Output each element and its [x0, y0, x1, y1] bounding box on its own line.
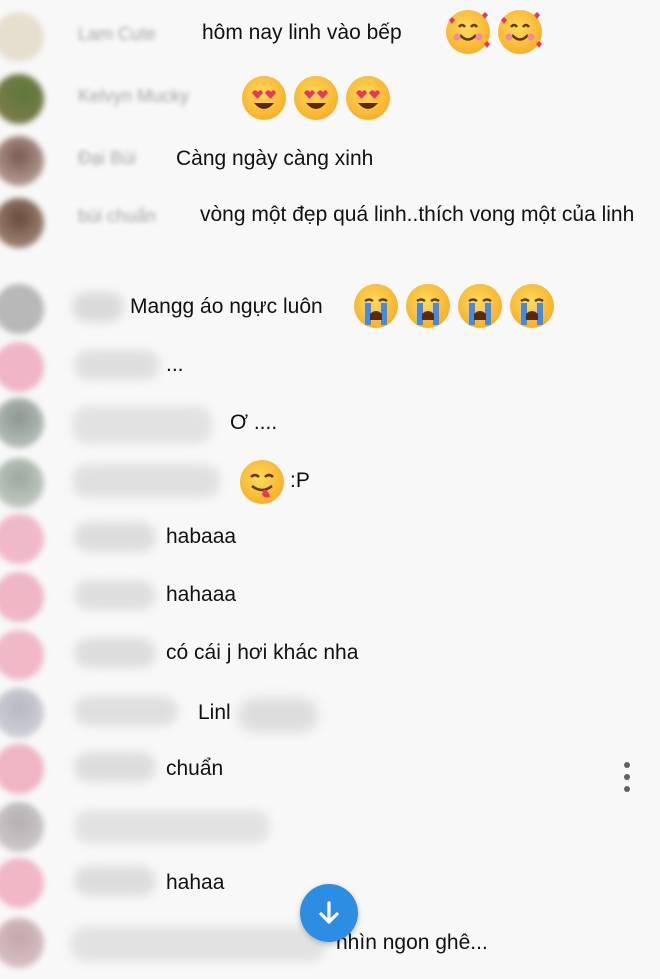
message-text: hahaa — [166, 871, 225, 894]
avatar[interactable] — [0, 688, 44, 738]
message-text: Mangg áo ngực luôn — [130, 295, 323, 318]
author-name[interactable] — [74, 752, 156, 782]
avatar[interactable] — [0, 802, 44, 852]
message-text: chuẩn — [166, 757, 224, 780]
scroll-to-bottom-button[interactable] — [300, 884, 358, 942]
avatar[interactable] — [0, 630, 44, 680]
loudly-crying-icon — [354, 284, 398, 328]
author-name[interactable] — [74, 638, 156, 668]
avatar[interactable] — [0, 398, 44, 448]
message-emojis — [446, 10, 550, 54]
message-text: có cái j hơi khác nha — [166, 641, 359, 664]
yum-face-icon — [240, 460, 284, 504]
avatar[interactable] — [0, 284, 44, 334]
redacted-text — [238, 698, 318, 732]
message-text: Linl — [198, 701, 231, 724]
message-emojis — [242, 76, 398, 120]
author-name[interactable] — [74, 350, 160, 380]
avatar[interactable] — [0, 342, 44, 392]
message-text: hôm nay linh vào bếp — [202, 21, 402, 44]
chat-message: ... — [0, 340, 640, 396]
loudly-crying-icon — [406, 284, 450, 328]
avatar[interactable] — [0, 12, 44, 62]
author-name[interactable] — [70, 926, 326, 962]
avatar[interactable] — [0, 858, 44, 908]
author-name[interactable] — [72, 406, 212, 444]
author-name[interactable]: Lam Cute — [78, 24, 156, 45]
avatar[interactable] — [0, 136, 44, 186]
chat-message: Lam Cute hôm nay linh vào bếp — [0, 8, 640, 62]
avatar[interactable] — [0, 198, 44, 248]
chat-message: Mangg áo ngực luôn — [0, 280, 640, 336]
loudly-crying-icon — [510, 284, 554, 328]
author-name[interactable] — [74, 810, 270, 844]
chat-message: Ơ .... — [0, 398, 640, 454]
message-text: nhìn ngon ghê... — [336, 931, 488, 954]
chat-message — [0, 800, 640, 856]
avatar[interactable] — [0, 458, 44, 508]
smiling-face-with-hearts-icon — [498, 10, 542, 54]
message-text: Ơ .... — [230, 411, 278, 434]
avatar[interactable] — [0, 918, 44, 968]
chat-message: :P — [0, 456, 640, 512]
message-text: Càng ngày càng xinh — [176, 147, 374, 170]
chat-message: bùi chuẩn vòng một đẹp quá linh..thích v… — [0, 194, 640, 270]
loudly-crying-icon — [458, 284, 502, 328]
author-name[interactable] — [74, 866, 156, 896]
message-emojis — [354, 284, 562, 328]
heart-eyes-icon — [294, 76, 338, 120]
avatar[interactable] — [0, 572, 44, 622]
author-name[interactable] — [74, 696, 178, 726]
author-name[interactable]: Đại Bùi — [78, 148, 136, 169]
chat-message: Linl — [0, 686, 640, 742]
chat-message: habaaa — [0, 512, 640, 568]
chat-message: Kelvyn Mucky — [0, 70, 640, 126]
author-name[interactable]: Kelvyn Mucky — [78, 86, 189, 107]
author-name[interactable] — [74, 580, 156, 610]
message-text: vòng một đẹp quá linh..thích vong một củ… — [200, 203, 635, 226]
author-name[interactable] — [72, 292, 124, 322]
message-text: ... — [166, 353, 184, 376]
heart-eyes-icon — [346, 76, 390, 120]
more-vert-icon[interactable] — [618, 760, 636, 794]
avatar[interactable] — [0, 74, 44, 124]
message-emojis — [240, 460, 292, 504]
arrow-down-icon — [319, 901, 339, 924]
live-chat-feed: Lam Cute hôm nay linh vào bếp Kelvyn Muc… — [0, 0, 660, 979]
author-name[interactable] — [74, 522, 156, 552]
message-text: hahaaa — [166, 583, 237, 606]
chat-message: có cái j hơi khác nha — [0, 628, 640, 684]
chat-message: Đại Bùi Càng ngày càng xinh — [0, 134, 640, 186]
avatar[interactable] — [0, 514, 44, 564]
smiling-face-with-hearts-icon — [446, 10, 490, 54]
message-text: :P — [290, 469, 310, 492]
chat-message: chuẩn — [0, 742, 640, 798]
avatar[interactable] — [0, 744, 44, 794]
heart-eyes-icon — [242, 76, 286, 120]
message-text: habaaa — [166, 525, 237, 548]
chat-message: hahaaa — [0, 570, 640, 626]
author-name[interactable] — [72, 464, 220, 498]
